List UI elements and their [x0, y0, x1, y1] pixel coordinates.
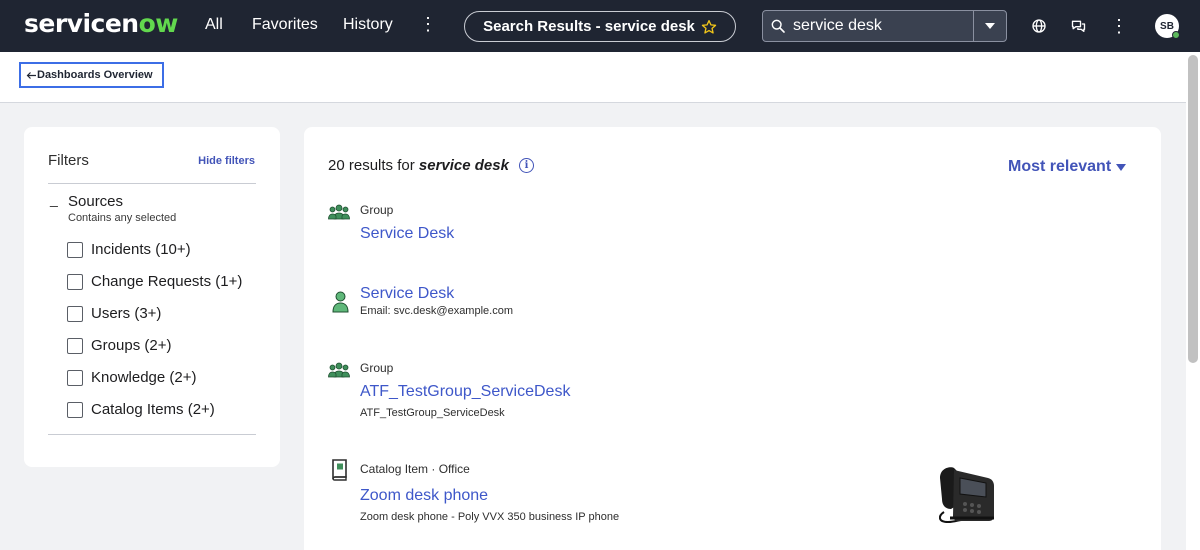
checkbox[interactable]	[67, 241, 83, 258]
nav-history[interactable]: History	[343, 16, 393, 34]
search-input[interactable]	[793, 17, 971, 35]
filter-label: Change Requests (1+)	[91, 273, 243, 290]
result-title-link[interactable]: ATF_TestGroup_ServiceDesk	[360, 383, 570, 401]
more-options-icon[interactable]: ⋮	[1109, 16, 1129, 36]
servicenow-logo[interactable]: servicenow	[24, 9, 178, 38]
info-icon[interactable]: i	[519, 158, 534, 173]
logo-accent: ow	[138, 9, 179, 38]
divider	[48, 434, 256, 435]
filter-label: Users (3+)	[91, 305, 162, 322]
group-icon	[328, 204, 350, 220]
filter-groups[interactable]: Groups (2+)	[67, 337, 171, 354]
search-scope-dropdown[interactable]	[973, 11, 1006, 41]
filter-catalog-items[interactable]: Catalog Items (2+)	[67, 401, 215, 418]
checkbox[interactable]	[67, 305, 83, 322]
nav-more-icon[interactable]: ⋮	[419, 14, 437, 35]
filter-users[interactable]: Users (3+)	[67, 305, 161, 322]
group-icon	[328, 362, 350, 378]
page-title-pill[interactable]: Search Results - service desk	[464, 11, 736, 42]
result-title-link[interactable]: Zoom desk phone	[360, 487, 488, 505]
filters-panel: Filters Hide filters _ Sources Contains …	[24, 127, 280, 467]
checkbox[interactable]	[67, 337, 83, 354]
filter-incidents[interactable]: Incidents (10+)	[67, 241, 191, 258]
favorite-star-icon[interactable]	[701, 19, 717, 35]
page-scrollbar[interactable]	[1186, 52, 1200, 550]
checkbox[interactable]	[67, 401, 83, 418]
nav-all[interactable]: All	[205, 16, 223, 34]
caret-down-icon	[985, 23, 995, 29]
arrow-left-icon	[26, 71, 36, 79]
avatar-initials: SB	[1160, 20, 1174, 32]
filter-knowledge[interactable]: Knowledge (2+)	[67, 369, 196, 386]
sort-label: Most relevant	[1008, 158, 1112, 175]
filter-label: Knowledge (2+)	[91, 369, 197, 386]
nav-favorites[interactable]: Favorites	[252, 16, 318, 34]
chat-icon[interactable]	[1068, 16, 1088, 36]
result-category: Group	[360, 203, 394, 217]
back-to-dashboards-link[interactable]: Dashboards Overview	[19, 62, 164, 88]
sort-dropdown[interactable]: Most relevant	[1008, 158, 1127, 176]
top-navigation: servicenow All Favorites History ⋮ Searc…	[0, 0, 1200, 52]
caret-down-icon	[1116, 163, 1127, 171]
desk-phone-image	[938, 467, 994, 524]
user-avatar[interactable]: SB	[1155, 14, 1180, 39]
result-title-link[interactable]: Service Desk	[360, 285, 454, 303]
checkbox[interactable]	[67, 273, 83, 290]
checkbox[interactable]	[67, 369, 83, 386]
result-subtitle: Email: svc.desk@example.com	[360, 305, 513, 317]
user-icon	[332, 291, 349, 313]
filters-title: Filters	[48, 152, 89, 169]
divider	[48, 183, 256, 184]
global-search	[762, 10, 1007, 42]
sources-subtitle: Contains any selected	[68, 212, 177, 224]
sources-heading: Sources	[68, 193, 124, 210]
filter-label: Catalog Items (2+)	[91, 401, 215, 418]
catalog-icon	[332, 459, 347, 481]
result-title-link[interactable]: Service Desk	[360, 225, 454, 243]
logo-text: servicen	[24, 9, 139, 38]
hide-filters-button[interactable]: Hide filters	[198, 155, 255, 167]
presence-dot	[1172, 31, 1180, 39]
breadcrumb: Dashboards Overview	[0, 52, 1186, 103]
back-link-label: Dashboards Overview	[37, 69, 153, 81]
globe-icon[interactable]	[1029, 16, 1049, 36]
result-category: Catalog Item · Office	[360, 462, 470, 476]
collapse-sources-button[interactable]: _	[50, 191, 58, 207]
result-subtitle: ATF_TestGroup_ServiceDesk	[360, 407, 505, 419]
results-count-text: 20 results for	[328, 157, 415, 174]
scrollbar-thumb[interactable]	[1188, 55, 1198, 363]
result-subtitle: Zoom desk phone - Poly VVX 350 business …	[360, 511, 620, 523]
page-title: Search Results - service desk	[483, 18, 695, 35]
results-count: 20 results for service desk	[328, 157, 509, 174]
filter-change-requests[interactable]: Change Requests (1+)	[67, 273, 242, 290]
result-category: Group	[360, 361, 394, 375]
results-query: service desk	[418, 157, 509, 174]
search-icon	[763, 18, 793, 34]
results-panel: 20 results for service desk i Most relev…	[304, 127, 1161, 550]
filter-label: Groups (2+)	[91, 337, 172, 354]
filter-label: Incidents (10+)	[91, 241, 191, 258]
